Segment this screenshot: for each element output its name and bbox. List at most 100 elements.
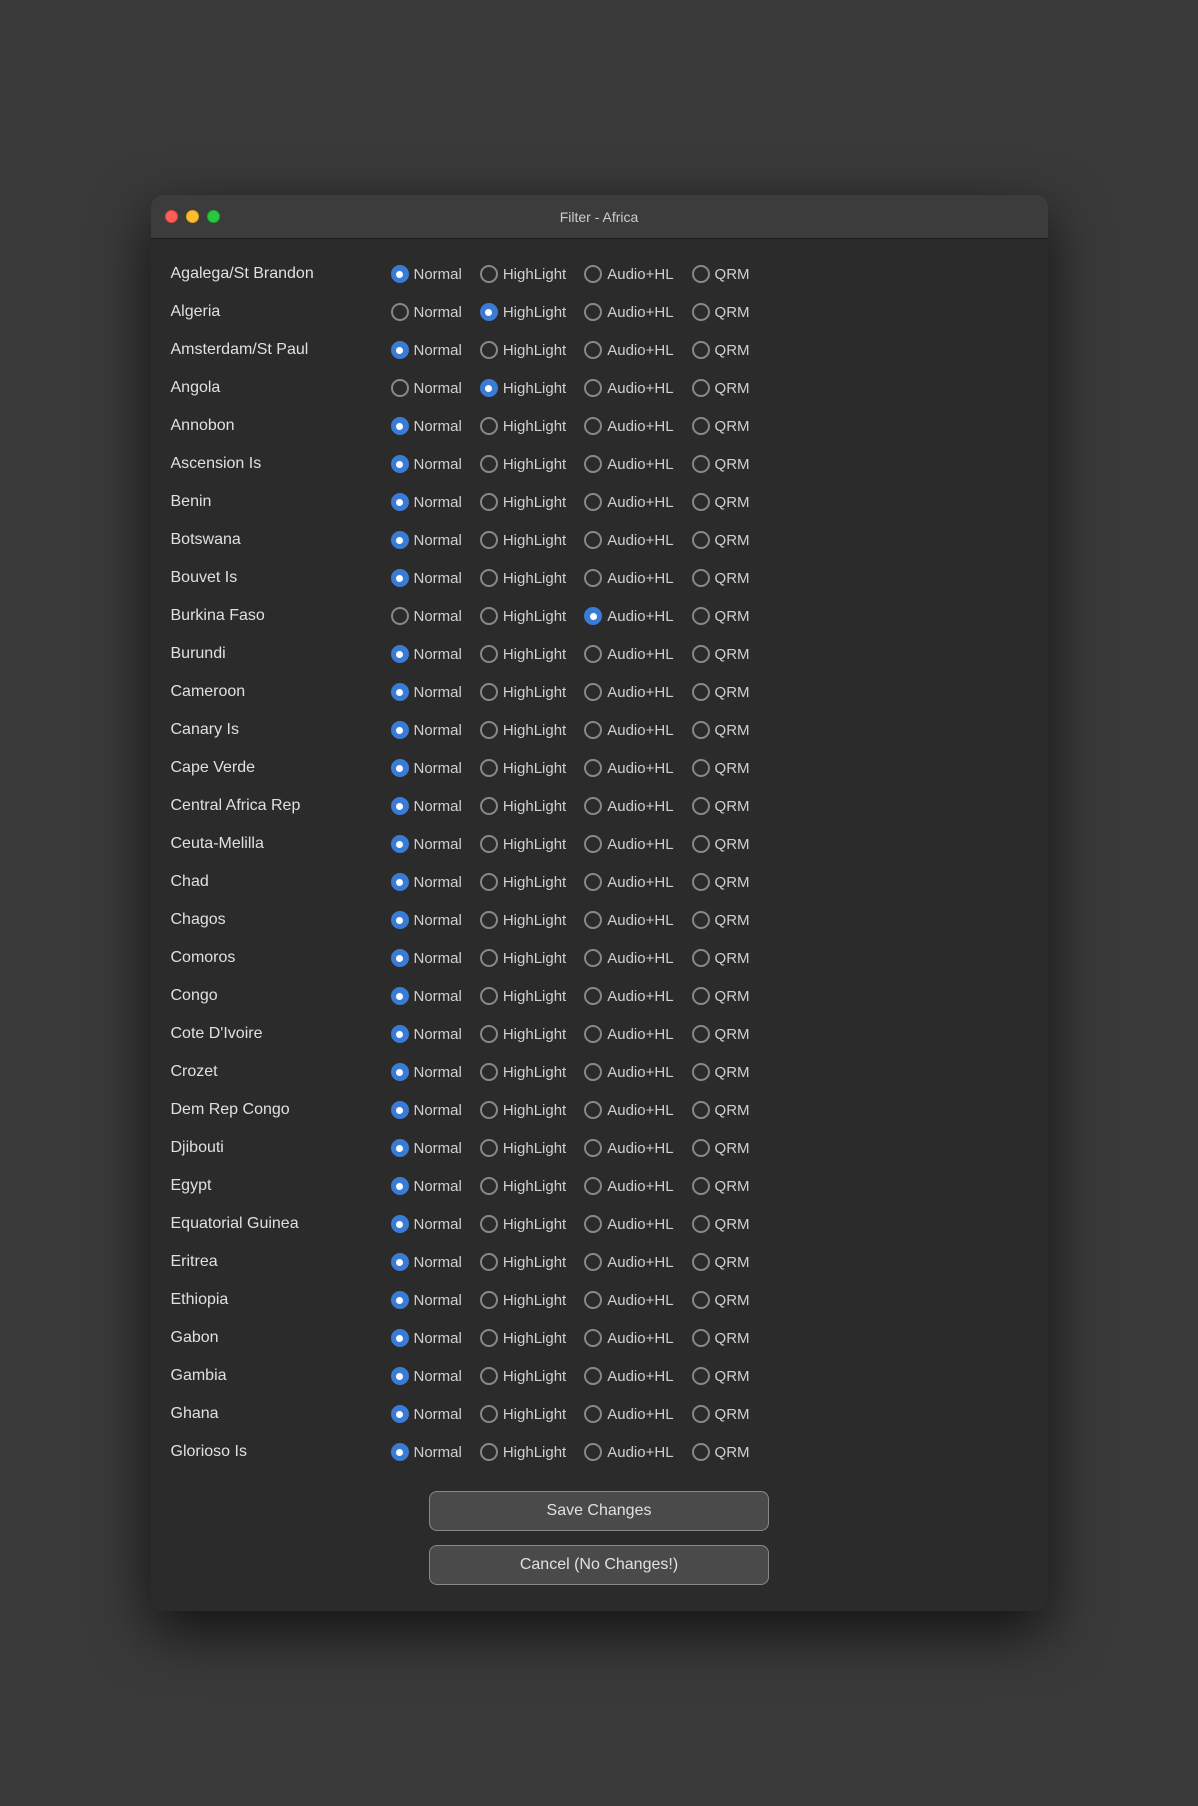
radio-option[interactable]: Audio+HL xyxy=(584,379,673,397)
radio-option[interactable]: Audio+HL xyxy=(584,569,673,587)
radio-option[interactable]: HighLight xyxy=(480,607,566,625)
radio-option[interactable]: QRM xyxy=(692,607,750,625)
country-list-scroll[interactable]: Agalega/St BrandonNormalHighLightAudio+H… xyxy=(151,255,1048,1471)
radio-option[interactable]: HighLight xyxy=(480,379,566,397)
radio-option[interactable]: HighLight xyxy=(480,721,566,739)
radio-option[interactable]: HighLight xyxy=(480,1443,566,1461)
cancel-button[interactable]: Cancel (No Changes!) xyxy=(429,1545,769,1585)
radio-option[interactable]: Audio+HL xyxy=(584,797,673,815)
radio-option[interactable]: Normal xyxy=(391,797,462,815)
radio-option[interactable]: HighLight xyxy=(480,797,566,815)
radio-option[interactable]: QRM xyxy=(692,1367,750,1385)
radio-option[interactable]: Audio+HL xyxy=(584,911,673,929)
radio-option[interactable]: Audio+HL xyxy=(584,341,673,359)
radio-option[interactable]: QRM xyxy=(692,987,750,1005)
radio-option[interactable]: Normal xyxy=(391,1215,462,1233)
radio-option[interactable]: HighLight xyxy=(480,835,566,853)
radio-option[interactable]: Normal xyxy=(391,569,462,587)
radio-option[interactable]: Audio+HL xyxy=(584,531,673,549)
radio-option[interactable]: QRM xyxy=(692,1215,750,1233)
radio-option[interactable]: Normal xyxy=(391,759,462,777)
radio-option[interactable]: QRM xyxy=(692,1253,750,1271)
radio-option[interactable]: Audio+HL xyxy=(584,493,673,511)
radio-option[interactable]: QRM xyxy=(692,493,750,511)
radio-option[interactable]: QRM xyxy=(692,1101,750,1119)
radio-option[interactable]: QRM xyxy=(692,1063,750,1081)
radio-option[interactable]: Normal xyxy=(391,835,462,853)
radio-option[interactable]: Audio+HL xyxy=(584,1101,673,1119)
radio-option[interactable]: Normal xyxy=(391,1025,462,1043)
radio-option[interactable]: QRM xyxy=(692,797,750,815)
maximize-button[interactable] xyxy=(207,210,220,223)
radio-option[interactable]: HighLight xyxy=(480,873,566,891)
radio-option[interactable]: Normal xyxy=(391,303,462,321)
radio-option[interactable]: HighLight xyxy=(480,493,566,511)
radio-option[interactable]: QRM xyxy=(692,949,750,967)
radio-option[interactable]: Audio+HL xyxy=(584,987,673,1005)
radio-option[interactable]: Audio+HL xyxy=(584,645,673,663)
radio-option[interactable]: QRM xyxy=(692,1025,750,1043)
save-button[interactable]: Save Changes xyxy=(429,1491,769,1531)
radio-option[interactable]: Normal xyxy=(391,1177,462,1195)
radio-option[interactable]: Normal xyxy=(391,1291,462,1309)
radio-option[interactable]: HighLight xyxy=(480,569,566,587)
radio-option[interactable]: QRM xyxy=(692,1329,750,1347)
radio-option[interactable]: Normal xyxy=(391,873,462,891)
radio-option[interactable]: HighLight xyxy=(480,645,566,663)
radio-option[interactable]: HighLight xyxy=(480,303,566,321)
radio-option[interactable]: Normal xyxy=(391,645,462,663)
close-button[interactable] xyxy=(165,210,178,223)
radio-option[interactable]: QRM xyxy=(692,1405,750,1423)
radio-option[interactable]: Audio+HL xyxy=(584,1025,673,1043)
radio-option[interactable]: HighLight xyxy=(480,1291,566,1309)
radio-option[interactable]: Audio+HL xyxy=(584,835,673,853)
radio-option[interactable]: Normal xyxy=(391,417,462,435)
radio-option[interactable]: Audio+HL xyxy=(584,303,673,321)
radio-option[interactable]: HighLight xyxy=(480,911,566,929)
radio-option[interactable]: QRM xyxy=(692,759,750,777)
radio-option[interactable]: Normal xyxy=(391,265,462,283)
radio-option[interactable]: HighLight xyxy=(480,1329,566,1347)
radio-option[interactable]: Normal xyxy=(391,987,462,1005)
radio-option[interactable]: QRM xyxy=(692,873,750,891)
radio-option[interactable]: Normal xyxy=(391,1139,462,1157)
radio-option[interactable]: QRM xyxy=(692,379,750,397)
radio-option[interactable]: Audio+HL xyxy=(584,1063,673,1081)
radio-option[interactable]: QRM xyxy=(692,1291,750,1309)
radio-option[interactable]: Audio+HL xyxy=(584,1291,673,1309)
radio-option[interactable]: HighLight xyxy=(480,341,566,359)
radio-option[interactable]: Normal xyxy=(391,493,462,511)
radio-option[interactable]: HighLight xyxy=(480,417,566,435)
radio-option[interactable]: HighLight xyxy=(480,1025,566,1043)
radio-option[interactable]: HighLight xyxy=(480,1215,566,1233)
radio-option[interactable]: QRM xyxy=(692,1177,750,1195)
radio-option[interactable]: HighLight xyxy=(480,265,566,283)
radio-option[interactable]: QRM xyxy=(692,911,750,929)
radio-option[interactable]: Normal xyxy=(391,721,462,739)
radio-option[interactable]: Audio+HL xyxy=(584,455,673,473)
radio-option[interactable]: HighLight xyxy=(480,1063,566,1081)
radio-option[interactable]: Audio+HL xyxy=(584,1405,673,1423)
radio-option[interactable]: Normal xyxy=(391,1253,462,1271)
radio-option[interactable]: Audio+HL xyxy=(584,949,673,967)
radio-option[interactable]: QRM xyxy=(692,569,750,587)
radio-option[interactable]: QRM xyxy=(692,531,750,549)
radio-option[interactable]: QRM xyxy=(692,1443,750,1461)
radio-option[interactable]: HighLight xyxy=(480,531,566,549)
radio-option[interactable]: HighLight xyxy=(480,1101,566,1119)
radio-option[interactable]: Normal xyxy=(391,531,462,549)
radio-option[interactable]: HighLight xyxy=(480,759,566,777)
radio-option[interactable]: QRM xyxy=(692,417,750,435)
radio-option[interactable]: Normal xyxy=(391,1405,462,1423)
radio-option[interactable]: Normal xyxy=(391,1063,462,1081)
radio-option[interactable]: HighLight xyxy=(480,1367,566,1385)
radio-option[interactable]: Normal xyxy=(391,607,462,625)
radio-option[interactable]: Audio+HL xyxy=(584,873,673,891)
radio-option[interactable]: HighLight xyxy=(480,949,566,967)
radio-option[interactable]: QRM xyxy=(692,1139,750,1157)
radio-option[interactable]: Audio+HL xyxy=(584,417,673,435)
radio-option[interactable]: QRM xyxy=(692,721,750,739)
radio-option[interactable]: Audio+HL xyxy=(584,1177,673,1195)
radio-option[interactable]: QRM xyxy=(692,835,750,853)
radio-option[interactable]: HighLight xyxy=(480,1177,566,1195)
